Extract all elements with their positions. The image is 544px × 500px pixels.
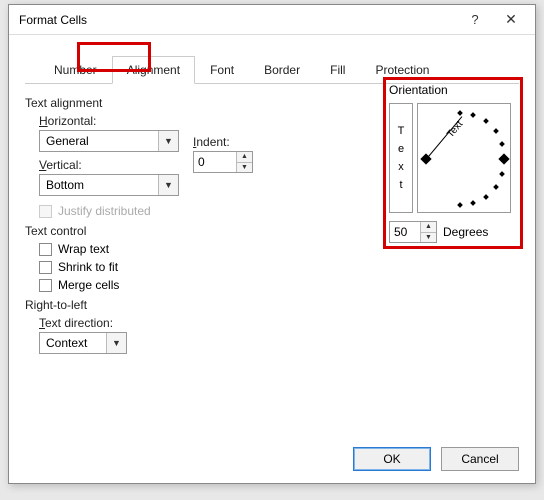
dot-icon <box>470 112 476 118</box>
chevron-down-icon: ▼ <box>158 175 178 195</box>
diamond-icon <box>498 153 509 164</box>
label-text-direction: Text direction: <box>39 316 519 330</box>
horizontal-value: General <box>40 134 158 148</box>
tab-protection[interactable]: Protection <box>360 56 444 84</box>
titlebar: Format Cells ? ✕ <box>9 5 535 35</box>
ok-button[interactable]: OK <box>353 447 431 471</box>
checkbox-icon <box>39 243 52 256</box>
spin-down-icon[interactable]: ▼ <box>237 162 252 173</box>
checkbox-icon <box>39 261 52 274</box>
degrees-spinner[interactable]: 50 ▲ ▼ <box>389 221 437 243</box>
dot-icon <box>483 194 489 200</box>
spin-up-icon[interactable]: ▲ <box>237 152 252 162</box>
dot-icon <box>483 118 489 124</box>
horizontal-combo[interactable]: General ▼ <box>39 130 179 152</box>
help-button[interactable]: ? <box>457 8 493 32</box>
needle-text: Text <box>445 119 465 140</box>
degrees-value: 50 <box>390 222 420 242</box>
merge-cells-checkbox[interactable]: Merge cells <box>39 278 519 292</box>
orientation-dial[interactable]: Text <box>417 103 511 213</box>
checkbox-icon <box>39 205 52 218</box>
shrink-to-fit-checkbox[interactable]: Shrink to fit <box>39 260 519 274</box>
indent-group: Indent: 0 ▲ ▼ <box>193 131 253 173</box>
text-direction-value: Context <box>40 336 106 350</box>
text-direction-combo[interactable]: Context ▼ <box>39 332 127 354</box>
spin-down-icon[interactable]: ▼ <box>421 232 436 243</box>
checkbox-icon <box>39 279 52 292</box>
vertical-text-button[interactable]: T e x t <box>389 103 413 213</box>
format-cells-dialog: Format Cells ? ✕ Number Alignment Font B… <box>8 4 536 484</box>
indent-value: 0 <box>194 152 236 172</box>
section-right-to-left: Right-to-left <box>25 298 519 312</box>
dot-icon <box>499 171 505 177</box>
section-orientation: Orientation <box>389 83 517 97</box>
merge-label: Merge cells <box>58 278 119 292</box>
orientation-group: Orientation T e x t <box>389 83 517 243</box>
dialog-body: Number Alignment Font Border Fill Protec… <box>9 35 535 483</box>
tab-font[interactable]: Font <box>195 56 249 84</box>
close-button[interactable]: ✕ <box>493 8 529 32</box>
dot-icon <box>493 184 499 190</box>
tab-number[interactable]: Number <box>39 56 112 84</box>
dot-icon <box>499 141 505 147</box>
spin-up-icon[interactable]: ▲ <box>421 222 436 232</box>
label-indent: Indent: <box>193 135 253 149</box>
shrink-label: Shrink to fit <box>58 260 118 274</box>
indent-spinner[interactable]: 0 ▲ ▼ <box>193 151 253 173</box>
dialog-footer: OK Cancel <box>353 447 519 471</box>
chevron-down-icon: ▼ <box>106 333 126 353</box>
dot-icon <box>470 200 476 206</box>
dot-icon <box>457 110 463 116</box>
vertical-value: Bottom <box>40 178 158 192</box>
dot-icon <box>457 202 463 208</box>
tab-strip: Number Alignment Font Border Fill Protec… <box>25 45 519 84</box>
label-degrees: Degrees <box>443 225 488 239</box>
dialog-title: Format Cells <box>19 13 457 27</box>
dot-icon <box>493 128 499 134</box>
tab-alignment[interactable]: Alignment <box>112 56 195 84</box>
cancel-button[interactable]: Cancel <box>441 447 519 471</box>
tab-border[interactable]: Border <box>249 56 315 84</box>
wrap-text-checkbox[interactable]: Wrap text <box>39 242 519 256</box>
chevron-down-icon: ▼ <box>158 131 178 151</box>
tab-fill[interactable]: Fill <box>315 56 360 84</box>
justify-distributed-label: Justify distributed <box>58 204 151 218</box>
vertical-combo[interactable]: Bottom ▼ <box>39 174 179 196</box>
wrap-text-label: Wrap text <box>58 242 109 256</box>
